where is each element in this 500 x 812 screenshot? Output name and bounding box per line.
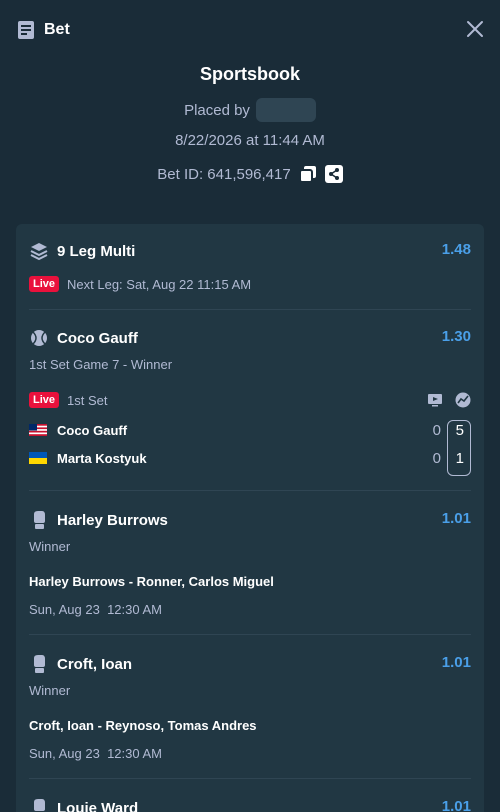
leg-odds: 1.01 [441,654,471,671]
multi-odds: 1.48 [441,241,471,258]
live-badge: Live [29,276,60,292]
player-name: Marta Kostyuk [57,450,147,466]
leg-market: 1st Set Game 7 - Winner [29,357,173,372]
games-score: 0 [432,450,441,467]
games-score: 0 [432,422,441,439]
bet-id: Bet ID: 641,596,417 [157,165,291,183]
boxing-glove-icon [29,654,49,674]
bet-card: 9 Leg Multi 1.48 Live Next Leg: Sat, Aug… [16,224,484,812]
match-name: Croft, Ioan - Reynoso, Tomas Andres [29,718,257,733]
set-score: 1 [455,450,464,467]
modal-header: Bet [0,0,500,60]
sportsbook-label: Sportsbook [199,64,300,84]
ua-flag-icon [29,452,47,464]
divider [29,778,471,779]
leg-item[interactable]: Harley Burrows 1.01 [29,510,471,530]
boxing-glove-icon [29,798,49,812]
close-icon[interactable] [466,20,484,38]
divider [29,634,471,635]
scoreboard: Coco Gauff Marta Kostyuk 0 0 5 1 [29,420,471,476]
layers-icon [29,241,49,261]
boxing-glove-icon [29,510,49,530]
player-row: Marta Kostyuk [29,448,147,468]
match-name: Harley Burrows - Ronner, Carlos Miguel [29,574,274,589]
copy-icon[interactable] [298,165,317,183]
next-leg: Next Leg: Sat, Aug 22 11:15 AM [67,276,252,292]
leg-odds: 1.01 [441,510,471,527]
leg-name: Croft, Ioan [57,655,132,673]
multi-header: 9 Leg Multi 1.48 [29,241,471,261]
tv-icon[interactable] [427,392,443,413]
leg-item[interactable]: Croft, Ioan 1.01 [29,654,471,674]
placed-by: Placed by [0,98,500,122]
match-time: Sun, Aug 23 12:30 AM [29,746,162,761]
us-flag-icon [29,424,47,436]
bet-summary: Sportsbook Placed by 8/22/2026 at 11:44 … [0,60,500,184]
leg-name: Coco Gauff [57,329,138,347]
leg-name: Harley Burrows [57,511,168,529]
leg-market: Winner [29,539,71,554]
live-row: Live 1st Set [29,392,471,408]
leg-odds: 1.30 [441,328,471,345]
tennis-ball-icon [29,328,49,348]
leg-odds: 1.01 [441,798,471,812]
live-badge: Live [29,392,60,408]
share-icon[interactable] [324,165,343,183]
player-row: Coco Gauff [29,420,127,440]
multi-title: 9 Leg Multi [57,242,136,260]
divider [29,309,471,310]
period-label: 1st Set [67,392,108,408]
stats-icon[interactable] [455,392,471,413]
set-score: 5 [455,422,464,439]
leg-item[interactable]: Coco Gauff 1.30 [29,328,471,348]
multi-status: Live Next Leg: Sat, Aug 22 11:15 AM [29,276,471,292]
match-time: Sun, Aug 23 12:30 AM [29,602,162,617]
placed-by-label: Placed by [184,101,250,119]
leg-market: Winner [29,683,71,698]
receipt-icon [16,20,36,40]
leg-item[interactable]: Louie Ward 1.01 [29,798,471,812]
leg-name: Louie Ward [57,799,139,812]
bet-date: 8/22/2026 at 11:44 AM [175,132,325,149]
modal-title: Bet [44,21,70,38]
hidden-username[interactable] [255,98,316,122]
divider [29,490,471,491]
bet-id-row: Bet ID: 641,596,417 [0,164,500,184]
player-name: Coco Gauff [57,422,128,438]
